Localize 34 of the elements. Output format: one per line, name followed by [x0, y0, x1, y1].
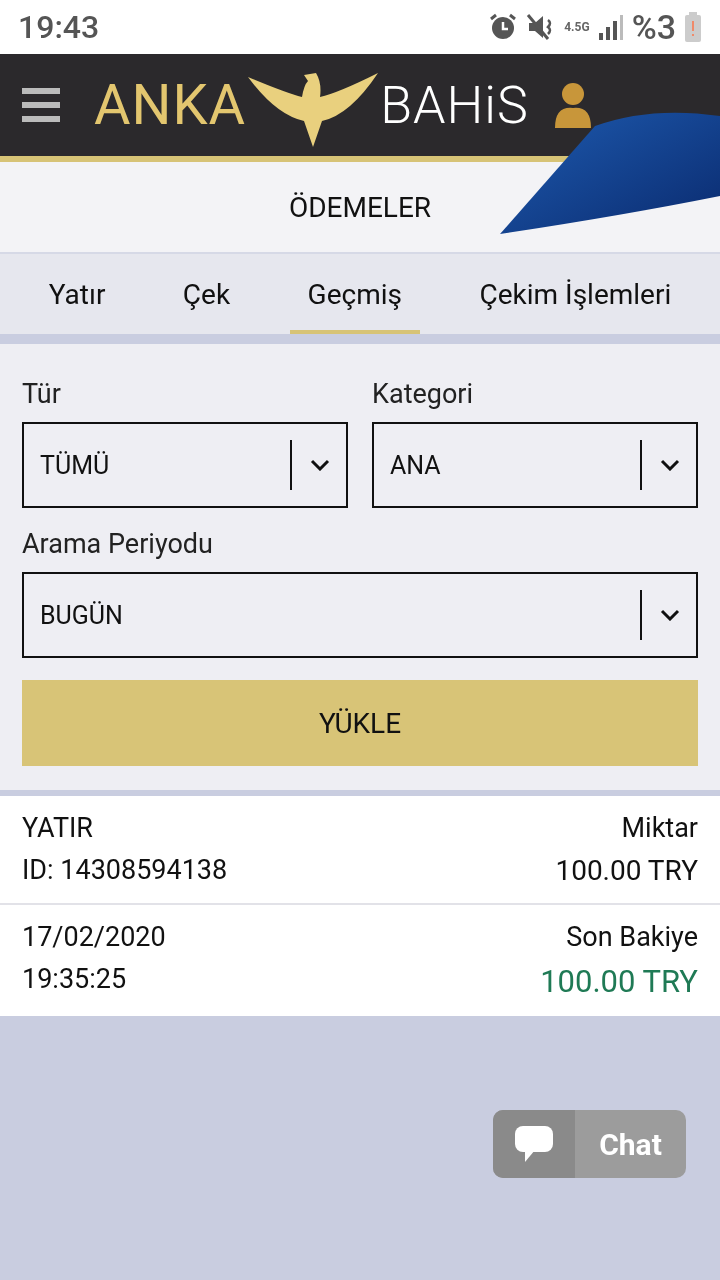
chevron-down-icon — [310, 459, 330, 471]
dropdown-field[interactable]: ANA — [372, 422, 698, 508]
transaction-type: YATIR — [22, 812, 94, 844]
chevron-down-icon — [660, 609, 680, 621]
user-icon[interactable] — [554, 82, 591, 128]
transaction-id: ID: 14308594138 — [22, 854, 228, 886]
tab[interactable]: Çek — [164, 254, 249, 334]
logo-text: BAHiS — [380, 74, 529, 136]
load-button[interactable]: YÜKLE — [22, 680, 698, 766]
tab[interactable]: Çekim İşlemleri — [461, 254, 690, 334]
logo-text: ANKA — [94, 72, 247, 138]
chevron-down-icon — [660, 459, 680, 471]
signal-icon — [597, 13, 624, 41]
status-time: 19:43 — [18, 8, 100, 46]
page-title: ÖDEMELER — [288, 190, 432, 224]
balance-value: 100.00 TRY — [540, 963, 698, 1000]
amount-label: Miktar — [621, 812, 698, 844]
field-label: Arama Periyodu — [22, 528, 213, 560]
dropdown-field[interactable]: BUGÜN — [22, 572, 698, 658]
balance-label: Son Bakiye — [566, 921, 698, 953]
network-type: 4.5G — [564, 21, 590, 33]
field-label: Kategori — [372, 378, 474, 410]
field-label: Tür — [22, 378, 61, 410]
battery-level: %3 — [631, 7, 676, 47]
battery-icon — [684, 12, 702, 42]
speech-bubble-icon — [515, 1126, 553, 1162]
tab[interactable]: Yatır — [30, 254, 124, 334]
dropdown-field[interactable]: TÜMÜ — [22, 422, 348, 508]
alarm-icon — [488, 12, 519, 42]
transaction-date: 17/02/2020 — [22, 921, 166, 953]
transaction-time: 19:35:25 — [22, 963, 128, 995]
menu-icon[interactable] — [22, 88, 60, 122]
amount-value: 100.00 TRY — [555, 854, 698, 887]
tab[interactable]: Geçmiş — [289, 254, 420, 334]
